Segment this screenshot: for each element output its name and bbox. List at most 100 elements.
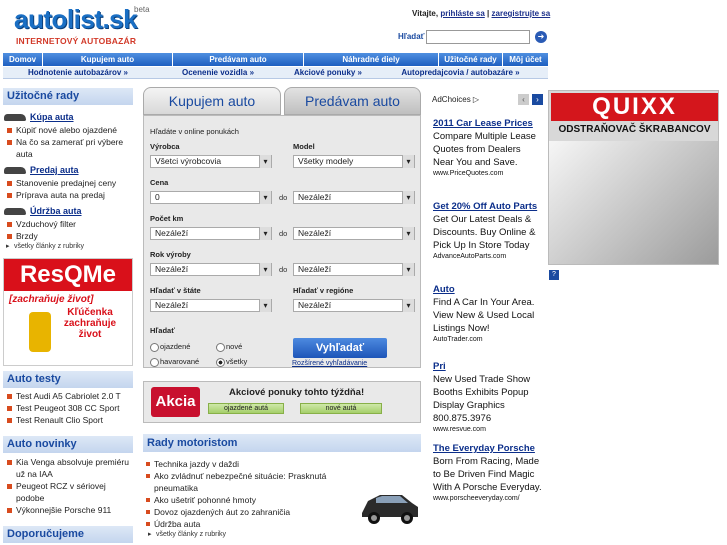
radio-vsetky[interactable]: všetky — [216, 357, 247, 367]
radio-havarovane[interactable]: havarované — [150, 357, 199, 367]
resqme-banner[interactable]: ResQMe [zachraňuje život] Kľúčenka zachr… — [3, 258, 133, 366]
list-item[interactable]: Výkonnejšie Porsche 911 — [4, 504, 134, 516]
subnav-hodnotenie[interactable]: Hodnotenie autobazárov » — [3, 67, 153, 78]
ad-url[interactable]: www.porscheeveryday.com/ — [433, 494, 543, 504]
text-ad[interactable]: Pri New Used Trade Show Booths Exhibits … — [433, 361, 543, 435]
tab-kupujem-auto[interactable]: Kupujem auto — [143, 87, 281, 115]
predaj-auta-link[interactable]: Predaj auta — [4, 164, 134, 177]
nav-predavam[interactable]: Predávam auto — [173, 53, 304, 66]
stat-label: Hľadať v štáte — [150, 286, 201, 295]
resqme-logo: ResQMe — [4, 259, 132, 291]
advanced-search-link[interactable]: Rozšírené vyhľadávanie — [292, 360, 367, 367]
vyrobca-select[interactable]: Všetci výrobcovia — [150, 155, 272, 168]
ad-title[interactable]: Auto — [433, 284, 543, 296]
tab-predavam-auto[interactable]: Predávam auto — [284, 87, 421, 115]
main-nav: Domov Kupujem auto Predávam auto Náhradn… — [3, 53, 548, 66]
ad-title[interactable]: Pri — [433, 361, 543, 373]
ad-url[interactable]: www.resvue.com — [433, 425, 543, 435]
ad-url[interactable]: AutoTrader.com — [433, 335, 543, 345]
nav-domov[interactable]: Domov — [3, 53, 43, 66]
ad-title[interactable]: Get 20% Off Auto Parts — [433, 201, 543, 213]
ad-info-icon[interactable]: ? — [549, 270, 559, 280]
list-item[interactable]: Kúpiť nové alebo ojazdené — [4, 124, 134, 136]
nav-moj-ucet[interactable]: Môj účet — [503, 53, 548, 66]
cena-to-select[interactable]: Nezáleží — [293, 191, 415, 204]
resqme-slogan: [zachraňuje život] — [9, 294, 94, 305]
rok-label: Rok výroby — [150, 250, 191, 259]
logo-tagline: INTERNETOVÝ AUTOBAZÁR — [16, 36, 137, 46]
ad-desc: New Used Trade Show Booths Exhibits Popu… — [433, 374, 531, 424]
ad-title[interactable]: 2011 Car Lease Prices — [433, 118, 543, 130]
vyhladat-button[interactable]: Vyhľadať — [293, 338, 387, 358]
list-item[interactable]: Dovoz ojazdených áut zo zahraničia — [146, 506, 366, 518]
model-label: Model — [293, 142, 315, 151]
nav-kupujem[interactable]: Kupujem auto — [43, 53, 173, 66]
list-item[interactable]: Test Peugeot 308 CC Sport — [4, 402, 134, 414]
list-item[interactable]: Brzdy — [4, 230, 134, 242]
logo-text: autolist.sk — [14, 4, 138, 34]
hladat-label: Hľadať — [150, 326, 175, 335]
subnav-akciove[interactable]: Akciové ponuky » — [283, 67, 373, 78]
login-link[interactable]: prihláste sa — [440, 9, 484, 18]
list-item[interactable]: Kia Venga absolvuje premiéru už na IAA — [4, 456, 134, 480]
ad-url[interactable]: www.PriceQuotes.com — [433, 169, 543, 179]
akcia-badge[interactable]: Akcia — [151, 387, 200, 417]
text-ad[interactable]: Auto Find A Car In Your Area. View New &… — [433, 284, 543, 345]
list-item[interactable]: Ako zvládnuť nebezpečné situácie: Praskn… — [146, 470, 366, 494]
text-ad[interactable]: 2011 Car Lease Prices Compare Multiple L… — [433, 118, 543, 179]
separator: | — [487, 9, 490, 18]
km-from-select[interactable]: Nezáleží — [150, 227, 272, 240]
user-bar: Vitajte, prihláste sa | zaregistrujte sa — [412, 9, 550, 18]
list-item[interactable]: Na čo sa zamerať pri výbere auta — [4, 136, 134, 160]
list-item[interactable]: Test Renault Clio Sport — [4, 414, 134, 426]
region-select[interactable]: Nezáleží — [293, 299, 415, 312]
ad-desc: Born From Racing, Made to Be Driven Find… — [433, 456, 542, 493]
udrzba-auta-link[interactable]: Údržba auta — [4, 205, 134, 218]
search-go-button[interactable]: ➜ — [535, 31, 547, 43]
auto-novinky-heading: Auto novinky — [3, 436, 133, 453]
stat-select[interactable]: Nezáleží — [150, 299, 272, 312]
auto-testy-list: Test Audi A5 Cabriolet 2.0 T Test Peugeo… — [4, 390, 134, 426]
subnav-autopredajcovia[interactable]: Autopredajcovia / autobazáre » — [373, 67, 548, 78]
radio-ojazdene[interactable]: ojazdené — [150, 342, 190, 352]
quixx-banner[interactable]: QUIXX ODSTRAŇOVAČ ŠKRABANCOV — [548, 90, 719, 265]
ojazdene-auta-button[interactable]: ojazdené autá — [208, 403, 284, 414]
km-to-select[interactable]: Nezáleží — [293, 227, 415, 240]
car-icon — [4, 167, 26, 174]
cena-from-select[interactable]: 0 — [150, 191, 272, 204]
kupa-auta-link[interactable]: Kúpa auta — [4, 111, 134, 124]
nove-auta-button[interactable]: nové autá — [300, 403, 382, 414]
search-input[interactable] — [426, 30, 530, 44]
model-select[interactable]: Všetky modely — [293, 155, 415, 168]
more-articles-link[interactable]: všetky články z rubriky — [4, 242, 134, 252]
site-logo[interactable]: autolist.sk beta INTERNETOVÝ AUTOBAZÁR — [6, 3, 153, 47]
ad-next-button[interactable]: › — [532, 94, 543, 105]
list-item[interactable]: Ako ušetriť pohonné hmoty — [146, 494, 366, 506]
ad-url[interactable]: AdvanceAutoParts.com — [433, 252, 543, 262]
list-item[interactable]: Stanovenie predajnej ceny — [4, 177, 134, 189]
nav-nahradne-diely[interactable]: Náhradné diely — [304, 53, 439, 66]
auto-testy-heading: Auto testy — [3, 371, 133, 388]
more-articles-link[interactable]: všetky články z rubriky — [146, 530, 366, 540]
akcia-title: Akciové ponuky tohto týždňa! — [229, 387, 365, 398]
list-item[interactable]: Technika jazdy v daždi — [146, 458, 366, 470]
nav-uzitocne-rady[interactable]: Užitočné rady — [439, 53, 503, 66]
list-item[interactable]: Test Audi A5 Cabriolet 2.0 T — [4, 390, 134, 402]
ad-prev-button[interactable]: ‹ — [518, 94, 529, 105]
list-item[interactable]: Peugeot RCZ v sériovej podobe — [4, 480, 134, 504]
region-label: Hľadať v regióne — [293, 286, 354, 295]
register-link[interactable]: zaregistrujte sa — [492, 9, 551, 18]
list-item[interactable]: Údržba auta — [146, 518, 366, 530]
list-item[interactable]: Vzduchový filter — [4, 218, 134, 230]
do-label: do — [279, 265, 288, 274]
text-ad[interactable]: Get 20% Off Auto Parts Get Our Latest De… — [433, 201, 543, 262]
list-item[interactable]: Príprava auta na predaj — [4, 189, 134, 201]
radio-nove[interactable]: nové — [216, 342, 242, 352]
ad-title[interactable]: The Everyday Porsche — [433, 443, 543, 455]
rok-from-select[interactable]: Nezáleží — [150, 263, 272, 276]
ad-desc: Get Our Latest Deals & Discounts. Buy On… — [433, 214, 536, 251]
rok-to-select[interactable]: Nezáleží — [293, 263, 415, 276]
text-ad[interactable]: The Everyday Porsche Born From Racing, M… — [433, 443, 543, 504]
adchoices-label[interactable]: AdChoices ▷ — [432, 95, 479, 104]
subnav-ocenenie[interactable]: Ocenenie vozidla » — [153, 67, 283, 78]
